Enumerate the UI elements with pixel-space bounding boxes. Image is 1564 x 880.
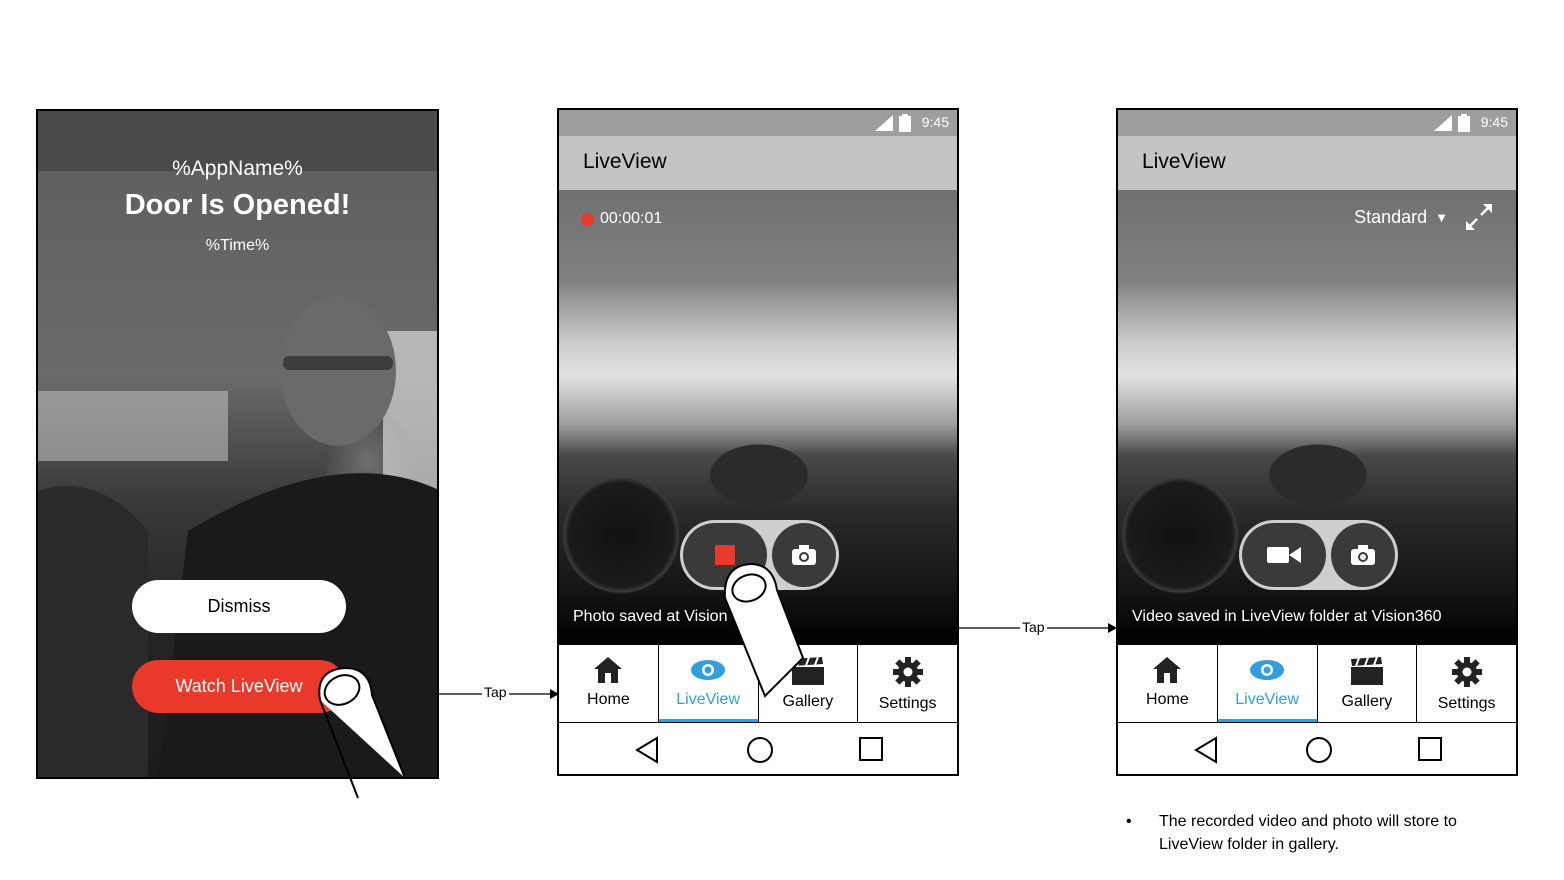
back-icon[interactable]	[1194, 736, 1218, 764]
alert-title: Door Is Opened!	[124, 189, 351, 221]
signal-icon	[1434, 115, 1452, 131]
home-icon	[1153, 657, 1182, 683]
battery-icon	[899, 114, 911, 132]
tap-label-1: Tap	[482, 684, 509, 700]
bullet-icon: •	[1126, 813, 1132, 830]
tab-label: Gallery	[1341, 693, 1393, 710]
page-title: LiveView	[1142, 150, 1226, 173]
status-bar: 9:45	[1118, 110, 1516, 136]
tab-label: Settings	[878, 695, 937, 712]
battery-icon	[1458, 114, 1470, 132]
recents-icon[interactable]	[859, 736, 883, 762]
video-camera-icon	[1267, 547, 1301, 563]
signal-icon	[875, 115, 893, 131]
tab-liveview[interactable]: LiveView	[1218, 645, 1318, 722]
tab-label: Home	[1146, 691, 1189, 708]
tab-home[interactable]: Home	[1118, 645, 1218, 722]
tab-gallery[interactable]: Gallery	[1318, 645, 1418, 722]
eye-icon	[1250, 660, 1285, 680]
recents-icon[interactable]	[1418, 736, 1442, 762]
tap-label-2: Tap	[1020, 619, 1047, 635]
status-time: 9:45	[921, 114, 949, 130]
liveview-idle-screen: 9:45 LiveView Standard ▼ Video saved in …	[1116, 108, 1518, 776]
footnote-text: The recorded video and photo will store …	[1159, 813, 1457, 853]
status-bar: 9:45	[559, 110, 957, 136]
quality-dropdown[interactable]: Standard ▼	[1354, 207, 1448, 228]
status-time: 9:45	[1480, 114, 1508, 130]
tab-settings[interactable]: Settings	[1417, 645, 1516, 722]
tab-label: Settings	[1437, 695, 1496, 712]
caret-down-icon: ▼	[1435, 210, 1448, 225]
recording-indicator: 00:00:01	[581, 210, 662, 228]
capture-controls	[1239, 520, 1398, 590]
page-title: LiveView	[583, 150, 667, 173]
camera-icon	[1351, 545, 1375, 565]
tap-hand-icon	[723, 562, 805, 698]
photo-saved-toast: Photo saved at Vision	[573, 608, 728, 625]
tab-settings[interactable]: Settings	[858, 645, 957, 722]
live-video-feed[interactable]: Standard ▼ Video saved in LiveView folde…	[1118, 190, 1516, 644]
home-nav-icon[interactable]	[746, 736, 774, 764]
tab-label: Home	[587, 691, 630, 708]
system-nav-bar	[559, 723, 957, 774]
clapperboard-icon	[1350, 657, 1383, 685]
dismiss-button[interactable]: Dismiss	[132, 580, 346, 633]
quality-value: Standard	[1354, 207, 1428, 227]
record-dot-icon	[581, 212, 594, 226]
gear-icon	[1451, 657, 1482, 687]
video-saved-toast: Video saved in LiveView folder at Vision…	[1132, 608, 1442, 625]
tab-home[interactable]: Home	[559, 645, 659, 722]
alert-time: %Time%	[205, 237, 270, 254]
app-bar: LiveView	[559, 136, 957, 190]
system-nav-bar	[1118, 723, 1516, 774]
recording-time: 00:00:01	[600, 210, 663, 227]
record-button[interactable]	[1242, 523, 1326, 587]
app-name: %AppName%	[172, 157, 303, 180]
snapshot-button[interactable]	[1331, 523, 1395, 587]
tap-hand-icon	[318, 666, 406, 799]
app-bar: LiveView	[1118, 136, 1516, 190]
bottom-tab-bar: Home LiveView Gallery Settings	[1118, 644, 1516, 723]
fullscreen-icon[interactable]	[1464, 202, 1494, 232]
home-nav-icon[interactable]	[1305, 736, 1333, 764]
footnote: • The recorded video and photo will stor…	[1126, 810, 1509, 856]
tab-label: LiveView	[1235, 691, 1299, 708]
home-icon	[594, 657, 623, 683]
back-icon[interactable]	[635, 736, 659, 764]
gear-icon	[892, 657, 923, 687]
